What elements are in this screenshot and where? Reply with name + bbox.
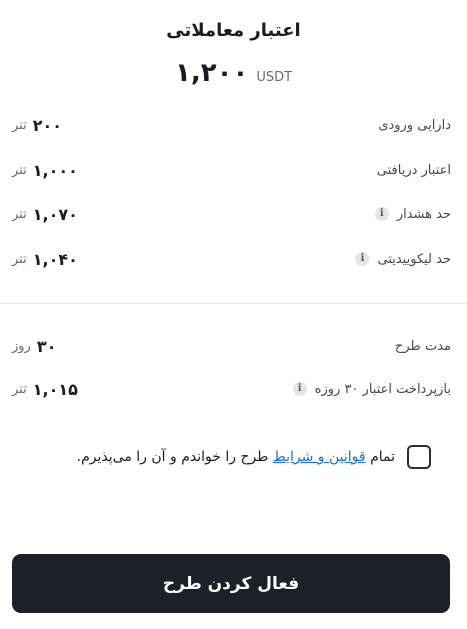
row-label: دارایی ورودی: [378, 117, 451, 133]
row-unit: تتر: [12, 117, 27, 133]
row-value: ۱,۰۰۰: [32, 160, 78, 180]
terms-prefix: تمام: [370, 449, 395, 465]
credit-plan-panel: اعتبار معاملاتی ۱,۲۰۰ USDT دارایی ورودی …: [0, 0, 467, 629]
row-unit: روز: [12, 338, 31, 354]
page-title: اعتبار معاملاتی: [166, 20, 301, 41]
row-input-asset: دارایی ورودی ۲۰۰ تتر: [12, 113, 451, 137]
row-label: مدت طرح: [394, 338, 451, 354]
row-repayment: بازپرداخت اعتبار ۳۰ روزه i ۱,۰۱۵ تتر: [12, 377, 451, 401]
info-icon[interactable]: i: [374, 207, 389, 221]
terms-suffix: طرح را خواندم و آن را می‌پذیرم.: [76, 449, 269, 465]
info-icon[interactable]: i: [355, 252, 370, 266]
row-warning-limit: حد هشدار i ۱,۰۷۰ تتر: [12, 202, 451, 226]
row-unit: تتر: [12, 381, 27, 397]
terms-checkbox[interactable]: [407, 445, 431, 469]
row-label: حد هشدار: [396, 206, 451, 222]
row-value: ۱,۰۴۰: [32, 249, 78, 269]
row-unit: تتر: [12, 251, 27, 267]
row-received-credit: اعتبار دریافتی ۱,۰۰۰ تتر: [12, 158, 451, 182]
row-value: ۲۰۰: [32, 115, 63, 135]
row-value: ۳۰: [36, 336, 57, 356]
row-value: ۱,۰۱۵: [32, 379, 78, 399]
section-divider: [0, 303, 467, 304]
row-unit: تتر: [12, 162, 27, 178]
terms-link[interactable]: قوانین و شرایط: [273, 449, 366, 465]
row-value: ۱,۰۷۰: [32, 204, 78, 224]
row-unit: تتر: [12, 206, 27, 222]
terms-text: تمام قوانین و شرایط طرح را خواندم و آن ر…: [77, 449, 395, 465]
activate-plan-button[interactable]: فعال کردن طرح: [12, 554, 450, 613]
info-icon[interactable]: i: [292, 382, 307, 396]
amount-value: ۱,۲۰۰: [174, 58, 249, 88]
row-label: اعتبار دریافتی: [376, 162, 451, 178]
row-label: بازپرداخت اعتبار ۳۰ روزه: [314, 381, 451, 397]
row-label: حد لیکوییدیتی: [377, 251, 451, 267]
credit-amount: ۱,۲۰۰ USDT: [0, 58, 467, 88]
row-liquidity-limit: حد لیکوییدیتی i ۱,۰۴۰ تتر: [12, 247, 451, 271]
row-plan-duration: مدت طرح ۳۰ روز: [12, 334, 451, 358]
terms-agreement: تمام قوانین و شرایط طرح را خواندم و آن ر…: [20, 445, 431, 469]
amount-currency: USDT: [256, 70, 293, 85]
